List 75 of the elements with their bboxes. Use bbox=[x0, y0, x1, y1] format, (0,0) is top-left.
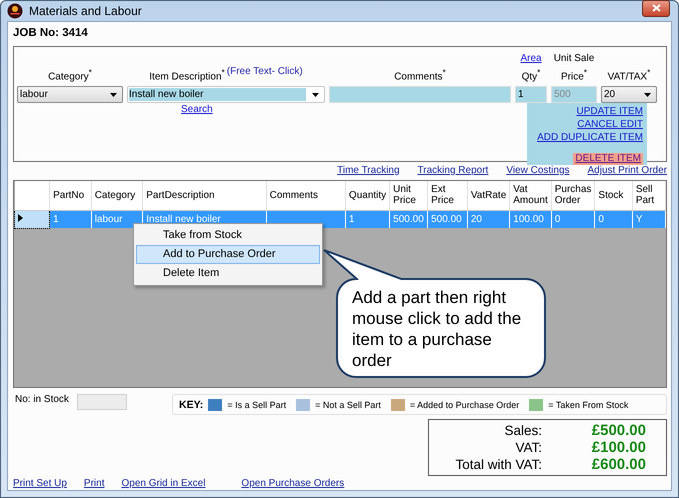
column-header[interactable]: PartNo bbox=[50, 181, 92, 210]
field-label: Qty$^{*}$ bbox=[522, 66, 540, 84]
column-header[interactable]: Unit Price bbox=[390, 181, 428, 210]
footer-link[interactable]: Open Grid in Excel bbox=[121, 478, 206, 490]
toolbar-link[interactable]: Tracking Report bbox=[418, 165, 488, 177]
key-label: KEY: bbox=[179, 398, 204, 410]
column-header[interactable]: Stock bbox=[594, 181, 632, 210]
search-link[interactable]: Search bbox=[181, 104, 213, 116]
column-header[interactable]: PartDescription bbox=[142, 181, 266, 210]
corner-header bbox=[14, 181, 50, 210]
action-link[interactable]: CANCEL EDIT bbox=[577, 119, 643, 132]
legend-label: = Is a Sell Part bbox=[227, 400, 286, 410]
table-cell: 0 bbox=[594, 210, 632, 228]
total-label: VAT: bbox=[514, 439, 542, 456]
free-text-link[interactable]: (Free Text- Click) bbox=[226, 66, 303, 84]
total-value: £100.00 bbox=[590, 439, 646, 456]
column-header[interactable]: Purchas Order bbox=[551, 181, 595, 210]
app-logo-icon bbox=[7, 3, 23, 19]
legend-label: = Added to Purchase Order bbox=[410, 400, 520, 410]
stock-label: No: in Stock bbox=[15, 394, 69, 405]
table-cell: 500.00 bbox=[390, 210, 428, 228]
table-cell: 0 bbox=[551, 210, 595, 228]
total-label: Total with VAT: bbox=[454, 456, 542, 473]
field-label: Unit Sale bbox=[554, 53, 594, 65]
row-header[interactable] bbox=[14, 210, 50, 228]
description-dropdown[interactable]: Install new boiler bbox=[127, 86, 325, 104]
action-link[interactable]: UPDATE ITEM bbox=[576, 106, 643, 118]
column-header[interactable]: Category bbox=[91, 181, 143, 210]
window-title: Materials and Labour bbox=[29, 4, 143, 18]
total-label: Sales: bbox=[503, 422, 542, 439]
menu-item[interactable]: Take from Stock bbox=[136, 226, 320, 245]
column-header[interactable]: VatRate bbox=[467, 181, 510, 210]
column-header[interactable]: Comments bbox=[266, 181, 346, 210]
footer-link[interactable]: Print Set Up bbox=[13, 478, 67, 490]
table-cell: 500.00 bbox=[428, 210, 468, 228]
quantity-field[interactable]: 1 bbox=[515, 86, 547, 104]
close-icon bbox=[652, 4, 660, 12]
table-cell: 1 bbox=[50, 210, 92, 228]
area-link[interactable]: Area bbox=[520, 53, 542, 65]
stock-field[interactable] bbox=[76, 394, 127, 410]
column-header[interactable]: Sell Part bbox=[632, 181, 666, 210]
field-label: Price$^{*}$ bbox=[560, 66, 588, 84]
vat-dropdown[interactable]: 20 bbox=[601, 86, 657, 104]
field-label: Comments$^{*}$ bbox=[394, 66, 446, 84]
toolbar-link[interactable]: Adjust Print Order bbox=[588, 165, 667, 177]
action-link[interactable]: DELETE ITEM bbox=[573, 153, 643, 166]
field-label: Category$^{*}$ bbox=[48, 66, 92, 84]
caret-icon bbox=[110, 92, 117, 97]
table-cell: 20 bbox=[467, 210, 510, 228]
total-value: £500.00 bbox=[590, 422, 646, 439]
menu-item[interactable]: Add to Purchase Order bbox=[136, 245, 320, 264]
column-header[interactable]: Vat Amount bbox=[510, 181, 552, 210]
toolbar-link[interactable]: Time Tracking bbox=[337, 165, 400, 177]
comments-field[interactable] bbox=[329, 86, 511, 104]
table-cell: 1 bbox=[345, 210, 390, 228]
close-button[interactable] bbox=[642, 0, 670, 16]
current-row-icon bbox=[18, 214, 23, 222]
field-label: Item Description$^{*}$ bbox=[149, 66, 225, 84]
table-cell: 100.00 bbox=[510, 210, 552, 228]
field-label: VAT/TAX$^{*}$ bbox=[608, 66, 650, 84]
column-header[interactable]: Quantity bbox=[345, 181, 390, 210]
caret-icon bbox=[312, 92, 319, 97]
footer-link[interactable]: Open Purchase Orders bbox=[241, 478, 344, 490]
caret-icon bbox=[644, 92, 651, 97]
legend-label: = Taken From Stock bbox=[548, 400, 628, 410]
table-cell: Y bbox=[632, 210, 666, 228]
menu-item[interactable]: Delete Item bbox=[136, 264, 320, 283]
column-header[interactable]: Ext Price bbox=[428, 181, 468, 210]
category-dropdown[interactable]: labour bbox=[17, 86, 123, 104]
action-link[interactable]: ADD DUPLICATE ITEM bbox=[537, 132, 643, 144]
job-number: JOB No: 3414 bbox=[13, 26, 89, 41]
footer-link[interactable]: Print bbox=[84, 478, 104, 490]
total-value: £600.00 bbox=[590, 456, 646, 473]
toolbar-link[interactable]: View Costings bbox=[506, 165, 570, 177]
legend-label: = Not a Sell Part bbox=[315, 400, 381, 410]
